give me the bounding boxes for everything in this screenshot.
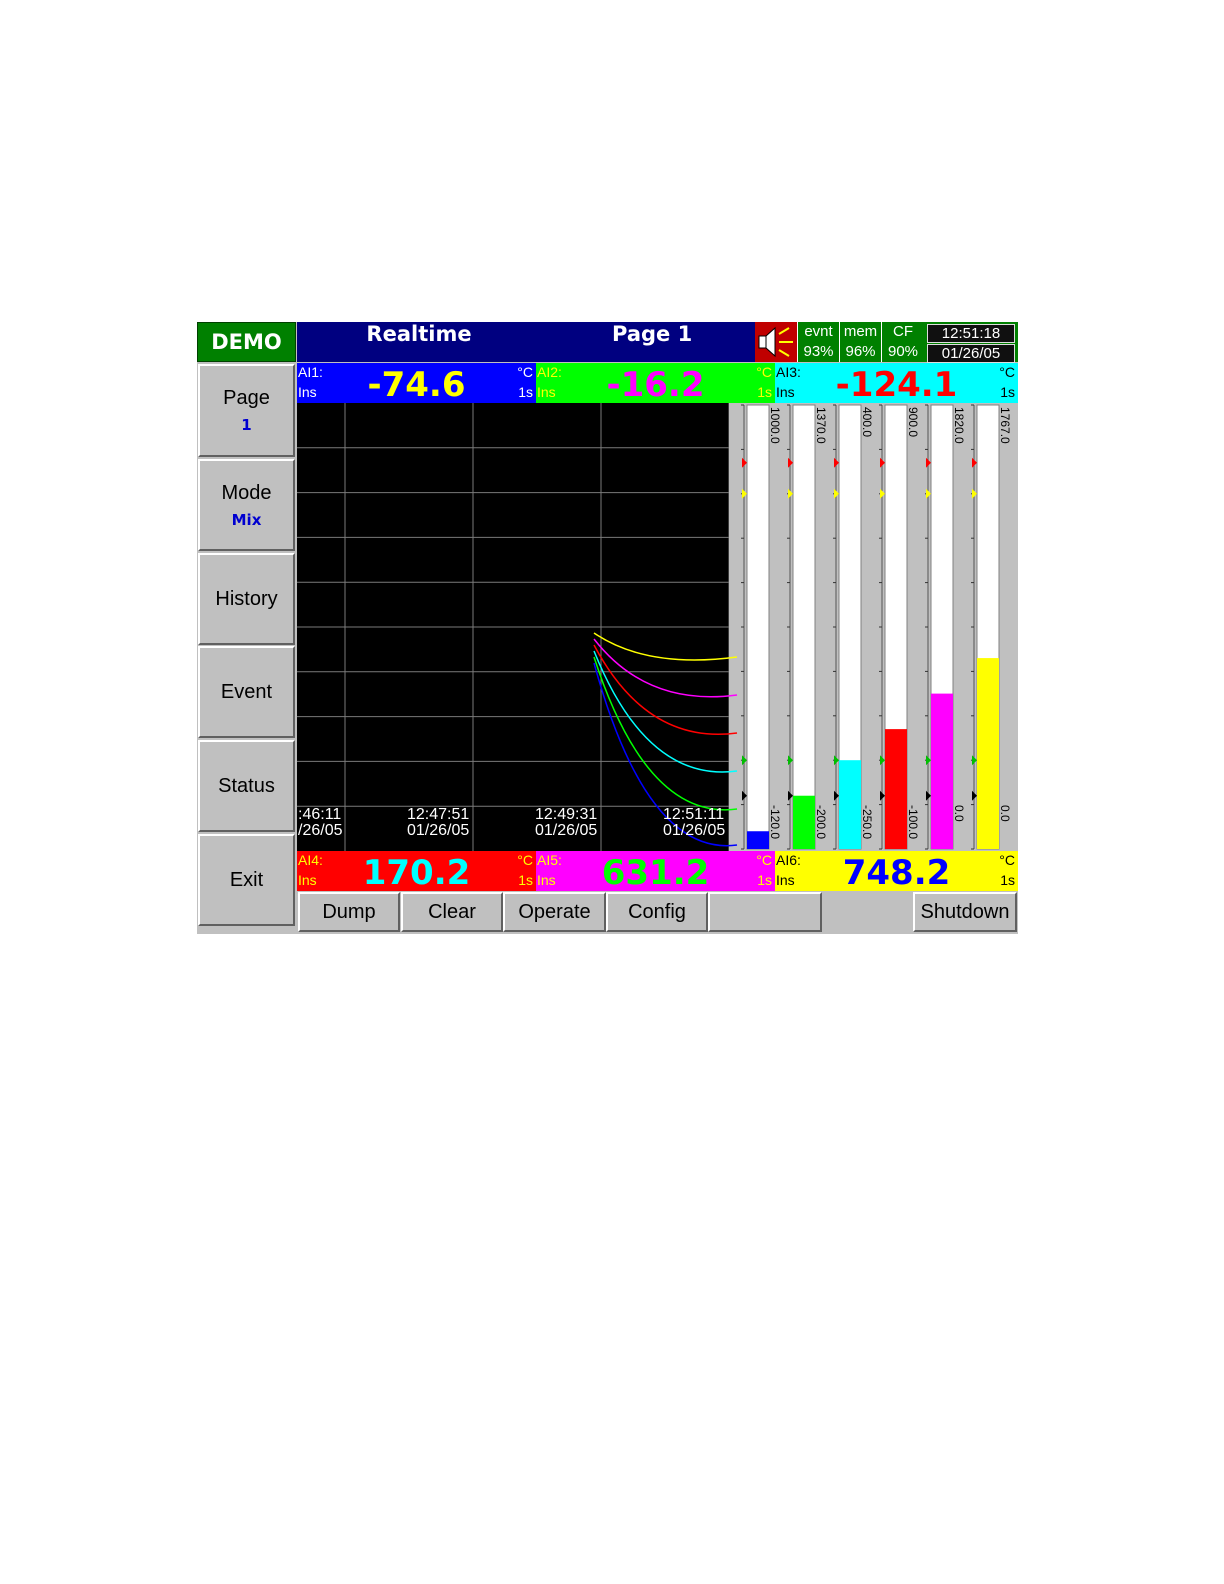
bar-top-label: 900.0 <box>906 407 920 437</box>
demo-label: DEMO <box>197 322 296 362</box>
bar-fill <box>885 729 907 849</box>
channel-panel-ai6[interactable]: AI6: Ins 748.2 °C 1s <box>775 851 1018 891</box>
dump-button[interactable]: Dump <box>298 892 400 932</box>
recorder-screen: DEMO Realtime Page 1 evnt 93% mem 96% CF… <box>197 322 1018 934</box>
page-button[interactable]: Page 1 <box>198 364 295 457</box>
time-label: 12:51:11 <box>663 806 724 823</box>
bar-bottom-label: -120.0 <box>768 805 782 839</box>
bar-fill <box>977 658 999 849</box>
bar-top-label: 400.0 <box>860 407 874 437</box>
bar-top-label: 1370.0 <box>814 407 828 444</box>
mode-button[interactable]: Mode Mix <box>198 459 295 551</box>
bar-track <box>792 404 816 850</box>
channel-rate: 1s <box>518 872 533 888</box>
channel-value: -74.6 <box>367 365 466 403</box>
channel-unit: °C <box>517 852 533 868</box>
time-label: 12:47:51 <box>407 806 469 823</box>
channel-panel-ai1[interactable]: AI1: Ins -74.6 °C 1s <box>297 363 536 403</box>
mode-title: Realtime <box>366 322 472 346</box>
time-label: :46:11 <box>298 806 341 823</box>
title-bar: Realtime Page 1 <box>297 322 755 362</box>
bar-graphs: 1000.0 -120.0 1370.0 -200.0 400.0 -250.0… <box>739 403 1018 851</box>
channel-rate: 1s <box>1000 872 1015 888</box>
date-label: /26/05 <box>298 822 343 839</box>
bar-top-label: 1767.0 <box>998 407 1012 444</box>
time-label: 12:49:31 <box>535 806 597 823</box>
channel-value: 170.2 <box>362 853 471 891</box>
page-button-value: 1 <box>241 416 252 434</box>
bar-area-background <box>739 403 1018 851</box>
mode-button-label: Mode <box>221 481 272 504</box>
clear-button[interactable]: Clear <box>401 892 503 932</box>
bar-fill <box>931 693 953 849</box>
bar-bottom-label: -200.0 <box>814 805 828 839</box>
mode-button-value: Mix <box>231 510 262 529</box>
memory-status: mem 96% <box>839 322 881 362</box>
bar-bottom-label: 0.0 <box>998 805 1012 822</box>
bar-track <box>746 404 770 850</box>
trend-chart: :46:11 /26/05 12:47:51 01/26/05 12:49:31… <box>297 403 739 851</box>
channel-value: 631.2 <box>601 853 710 891</box>
cf-status: CF 90% <box>881 322 924 362</box>
exit-button[interactable]: Exit <box>198 834 295 926</box>
mem-label: mem <box>843 323 878 340</box>
shutdown-button[interactable]: Shutdown <box>913 892 1017 932</box>
event-memory-status: evnt 93% <box>797 322 839 362</box>
channel-rate: 1s <box>518 384 533 400</box>
bar-fill <box>839 760 861 849</box>
speaker-icon[interactable] <box>755 322 797 362</box>
trend-scale-strip <box>729 403 739 851</box>
channel-panel-ai5[interactable]: AI5: Ins 631.2 °C 1s <box>536 851 775 891</box>
bar-bottom-label: -250.0 <box>860 805 874 839</box>
channel-rate: 1s <box>757 384 772 400</box>
bar-fill <box>747 831 769 849</box>
bar-top-label: 1820.0 <box>952 407 966 444</box>
channel-unit: °C <box>999 852 1015 868</box>
status-button[interactable]: Status <box>198 740 295 832</box>
channel-unit: °C <box>999 364 1015 380</box>
bar-top-label: 1000.0 <box>768 407 782 444</box>
evnt-label: evnt <box>804 323 833 340</box>
date-label: 01/26/05 <box>535 822 597 839</box>
blank-button[interactable] <box>708 892 822 932</box>
clock-time: 12:51:18 <box>927 324 1015 343</box>
cf-label: CF <box>893 323 913 340</box>
config-button[interactable]: Config <box>606 892 708 932</box>
clock: 12:51:18 01/26/05 <box>924 322 1018 363</box>
date-label: 01/26/05 <box>407 822 469 839</box>
channel-value: 748.2 <box>842 853 951 891</box>
page-button-label: Page <box>223 387 270 409</box>
channel-panel-ai3[interactable]: AI3: Ins -124.1 °C 1s <box>775 363 1018 403</box>
channel-unit: °C <box>517 364 533 380</box>
history-button[interactable]: History <box>198 553 295 645</box>
operate-button[interactable]: Operate <box>503 892 606 932</box>
channel-panel-ai2[interactable]: AI2: Ins -16.2 °C 1s <box>536 363 775 403</box>
channel-unit: °C <box>756 364 772 380</box>
channel-rate: 1s <box>757 872 772 888</box>
date-label: 01/26/05 <box>663 822 725 839</box>
channel-value: -124.1 <box>835 365 958 403</box>
channel-unit: °C <box>756 852 772 868</box>
channel-rate: 1s <box>1000 384 1015 400</box>
event-button[interactable]: Event <box>198 646 295 738</box>
mem-value: 96% <box>845 343 876 360</box>
bar-bottom-label: -100.0 <box>906 805 920 839</box>
bar-bottom-label: 0.0 <box>952 805 966 822</box>
channel-panel-ai4[interactable]: AI4: Ins 170.2 °C 1s <box>297 851 536 891</box>
channel-value: -16.2 <box>606 365 705 403</box>
clock-date: 01/26/05 <box>927 344 1015 363</box>
evnt-value: 93% <box>803 343 834 360</box>
bar-fill <box>793 795 815 849</box>
cf-value: 90% <box>887 343 919 360</box>
